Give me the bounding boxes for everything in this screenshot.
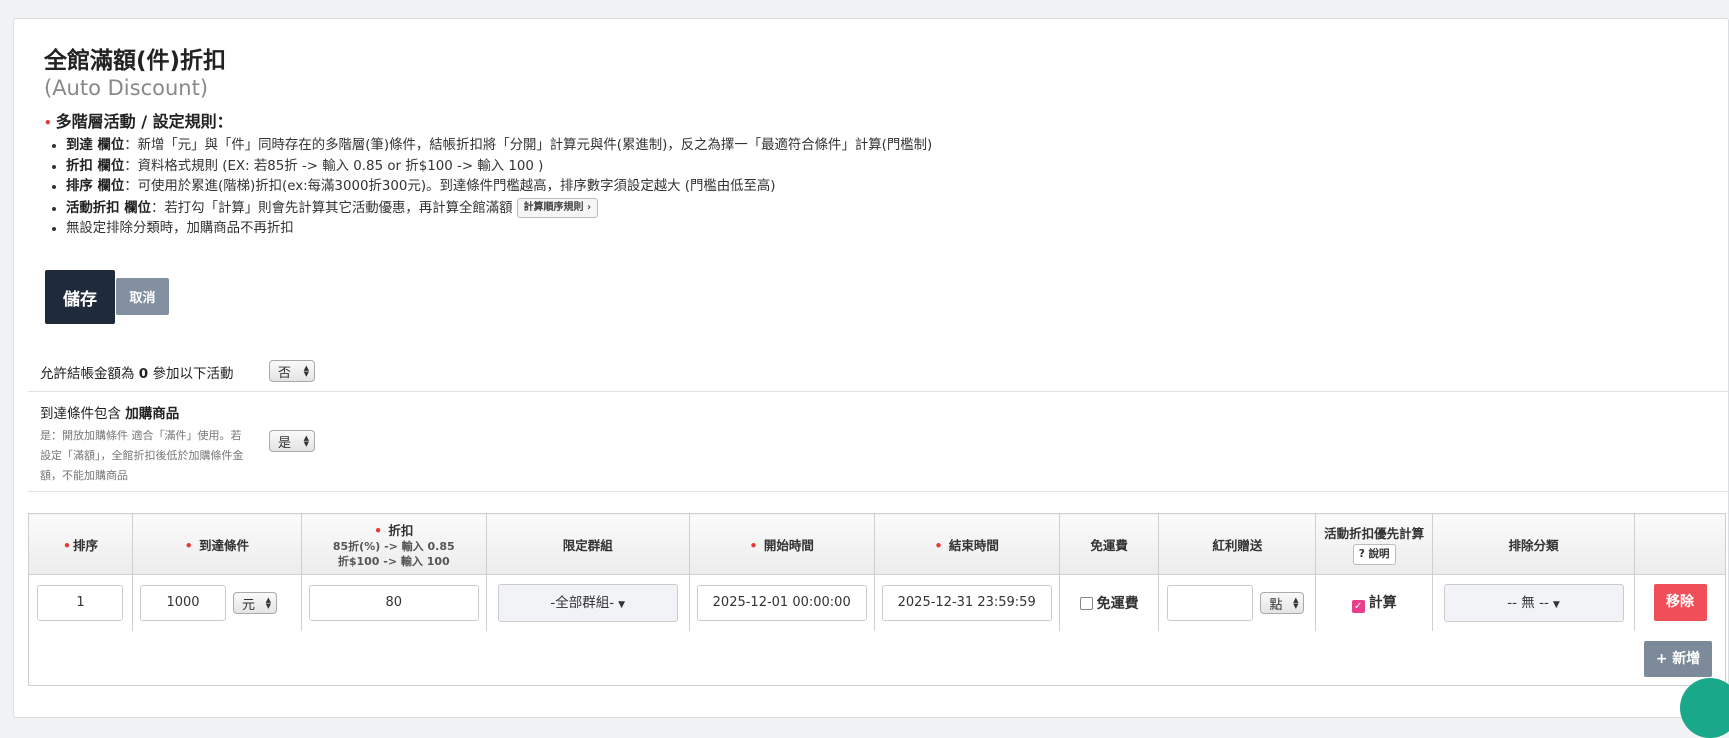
bonus-unit-select[interactable]: 點 ▲ ▼ (1260, 591, 1305, 614)
add-row: + 新增 (28, 630, 1726, 686)
caret-down-icon: ▼ (618, 599, 626, 610)
col-group: 限定群組 (485, 513, 690, 575)
rules-heading: • 多階層活動 / 設定規則： (44, 112, 233, 131)
col-order: • 排序 (28, 513, 133, 575)
col-actions (1634, 513, 1726, 575)
col-start: • 開始時間 (688, 513, 875, 575)
addon-select[interactable]: 是 ▲ ▼ (269, 430, 315, 452)
setting-zero-amount-label: 允許結帳金額為 0 參加以下活動 (40, 366, 234, 382)
page-subtitle: (Auto Discount) (44, 76, 209, 100)
col-priority: 活動折扣優先計算 ? 說明 (1315, 513, 1434, 575)
cancel-button[interactable]: 取消 (116, 278, 169, 315)
col-free-shipping: 免運費 (1058, 513, 1160, 575)
free-shipping-label: 免運費 (1096, 595, 1139, 612)
col-discount: • 折扣 85折(%) -> 輸入 0.85 折$100 -> 輸入 100 (300, 513, 487, 575)
zero-amount-select[interactable]: 否 ▲ ▼ (269, 360, 315, 382)
select-arrows-icon: ▲ ▼ (303, 434, 309, 448)
discount-input[interactable]: 80 (308, 584, 479, 621)
col-exclude: 排除分類 (1432, 513, 1635, 575)
save-button[interactable]: 儲存 (45, 270, 115, 324)
priority-label: 計算 (1368, 595, 1397, 612)
rules-section: •多階層活動 / 設定規則： 到達 欄位：新增「元」與「件」同時存在的多階層(筆… (44, 111, 1244, 240)
bonus-input[interactable] (1167, 584, 1254, 621)
setting-addon: 到達條件包含 加購商品 是：開放加購條件 適合「滿件」使用。若設定「滿額」，全館… (28, 392, 1728, 492)
end-time-input[interactable]: 2025-12-31 23:59:59 (881, 584, 1052, 621)
setting-addon-note: 是：開放加購條件 適合「滿件」使用。若設定「滿額」，全館折扣後低於加購條件金額，… (40, 429, 244, 482)
col-end: • 結束時間 (873, 513, 1060, 575)
table-row: 1 1000 元 ▲ ▼ 80 -全部群組- ▼ 2025-12-01 00:00:0… (28, 574, 1726, 631)
discount-table: • 排序 • 到達條件 • 折扣 85折(%) -> 輸入 0.85 折$100 … (28, 513, 1726, 686)
table-header-row: • 排序 • 到達條件 • 折扣 85折(%) -> 輸入 0.85 折$100 … (28, 513, 1726, 575)
rules-list: 到達 欄位：新增「元」與「件」同時存在的多階層(筆)條件，結帳折扣將「分開」計算… (44, 136, 1244, 240)
group-dropdown[interactable]: -全部群組- ▼ (497, 583, 678, 622)
caret-down-icon: ▼ (1552, 599, 1560, 610)
col-bonus: 紅利贈送 (1158, 513, 1317, 575)
chat-bubble-icon[interactable] (1680, 678, 1729, 738)
setting-zero-amount: 允許結帳金額為 0 參加以下活動 否 ▲ ▼ (28, 352, 1728, 392)
free-shipping-checkbox[interactable] (1079, 596, 1093, 610)
col-condition: • 到達條件 (131, 513, 302, 575)
setting-addon-label: 到達條件包含 加購商品 是：開放加購條件 適合「滿件」使用。若設定「滿額」，全館… (40, 402, 245, 486)
priority-checkbox[interactable]: ✓ (1351, 600, 1365, 614)
rule-item: 無設定排除分類時，加購商品不再折扣 (66, 219, 1244, 240)
start-time-input[interactable]: 2025-12-01 00:00:00 (696, 584, 867, 621)
order-input[interactable]: 1 (37, 584, 124, 621)
exclude-dropdown[interactable]: -- 無 -- ▼ (1443, 583, 1624, 622)
condition-unit-select[interactable]: 元 ▲ ▼ (232, 591, 277, 614)
priority-help-button[interactable]: ? 說明 (1352, 544, 1396, 565)
rule-item: 到達 欄位：新增「元」與「件」同時存在的多階層(筆)條件，結帳折扣將「分開」計算… (66, 136, 1244, 157)
condition-input[interactable]: 1000 (139, 584, 226, 621)
page-header: 全館滿額(件)折扣 (Auto Discount) (44, 46, 226, 100)
add-button[interactable]: + 新增 (1644, 640, 1712, 677)
rule-item: 排序 欄位：可使用於累進(階梯)折扣(ex:每滿3000折300元)。到達條件門… (66, 177, 1244, 198)
calc-order-rules-button[interactable]: 計算順序規則 › (516, 197, 599, 218)
select-arrows-icon: ▲ ▼ (303, 364, 309, 378)
rule-item: 活動折扣 欄位：若打勾「計算」則會先計算其它活動優惠，再計算全館滿額計算順序規則… (66, 197, 1244, 220)
required-dot-icon: • (44, 116, 52, 130)
remove-button[interactable]: 移除 (1653, 584, 1707, 622)
rule-item: 折扣 欄位：資料格式規則 (EX: 若85折 -> 輸入 0.85 or 折$1… (66, 157, 1244, 178)
page-title: 全館滿額(件)折扣 (44, 48, 227, 74)
